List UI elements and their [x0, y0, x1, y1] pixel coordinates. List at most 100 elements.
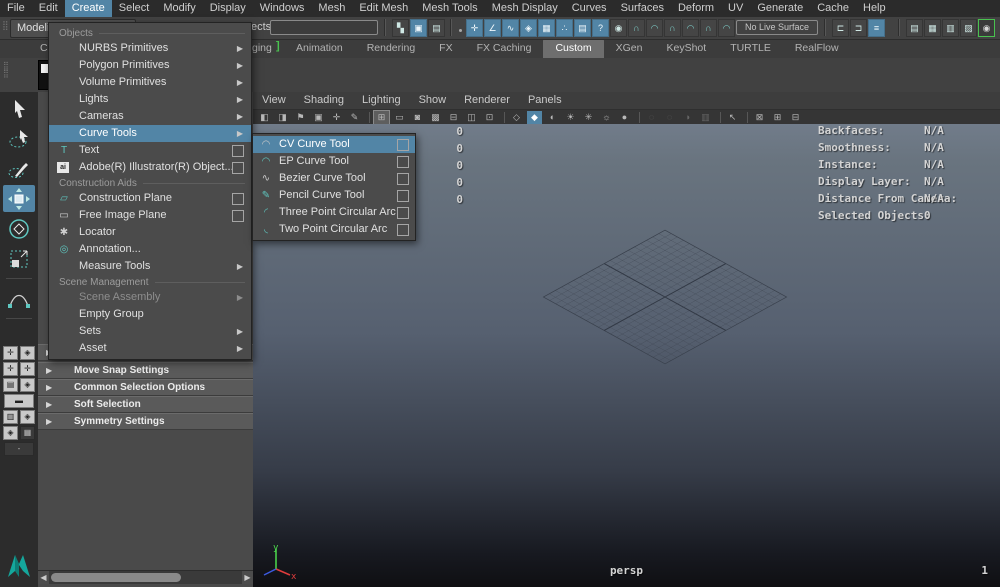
mask-deformers-icon[interactable]: ▦ [538, 19, 555, 37]
submenu-item-pencil-curve-tool[interactable]: ✎Pencil Curve Tool [253, 187, 415, 204]
menu-item-cameras[interactable]: Cameras▶ [49, 108, 251, 125]
menu-surfaces[interactable]: Surfaces [614, 0, 671, 17]
safe-title-icon[interactable]: ⊡ [482, 111, 497, 124]
layout-stack-button[interactable]: ▥ [3, 410, 18, 424]
wireframe-display-icon[interactable]: ◇ [509, 111, 524, 124]
submenu-item-cv-curve-tool[interactable]: ◠CV Curve Tool [253, 136, 415, 153]
mask-curves-icon[interactable]: ∿ [502, 19, 519, 37]
menu-item-nurbs-primitives[interactable]: NURBS Primitives▶ [49, 40, 251, 57]
render-current-frame-icon[interactable]: ▦ [924, 19, 941, 37]
option-box[interactable] [232, 162, 244, 174]
output-connections-icon[interactable]: ⊐ [850, 19, 867, 37]
render-settings-icon[interactable]: ▨ [960, 19, 977, 37]
layout-custom-button[interactable]: ▦ [20, 426, 35, 440]
menu-generate[interactable]: Generate [750, 0, 810, 17]
layout-minimize-button[interactable]: - [4, 442, 34, 456]
layout-persp-button[interactable]: ◈ [20, 346, 35, 360]
option-box[interactable] [397, 139, 409, 151]
menu-item-lights[interactable]: Lights▶ [49, 91, 251, 108]
shelf-tab-partial-left[interactable]: C [40, 42, 48, 54]
option-box[interactable] [232, 193, 244, 205]
option-box[interactable] [397, 207, 409, 219]
shelf-tab[interactable]: XGen [604, 39, 655, 58]
screen-space-ao-icon[interactable]: ☼ [599, 111, 614, 124]
menu-item-adobe-illustrator-object[interactable]: aiAdobe(R) Illustrator(R) Object... [49, 159, 251, 176]
menu-display[interactable]: Display [203, 0, 253, 17]
scroll-right-icon[interactable]: ▶ [242, 571, 253, 584]
section-symmetry-settings[interactable]: ▶ Symmetry Settings [38, 413, 253, 430]
safe-action-icon[interactable]: ◫ [464, 111, 479, 124]
render-view-icon[interactable]: ▤ [906, 19, 923, 37]
mask-joints-icon[interactable]: ∠ [484, 19, 501, 37]
shelf-tab[interactable]: FX [427, 39, 464, 58]
section-common-selection-options[interactable]: ▶ Common Selection Options [38, 379, 253, 396]
menu-deform[interactable]: Deform [671, 0, 721, 17]
input-connections-icon[interactable]: ⊏ [832, 19, 849, 37]
bookmark-icon[interactable]: ⚑ [293, 111, 308, 124]
mask-misc-icon[interactable]: ? [592, 19, 609, 37]
panel-menu-item[interactable]: Lighting [353, 92, 410, 109]
component-selection-mode-icon[interactable]: ▤ [428, 19, 445, 37]
menu-item-text[interactable]: TText [49, 142, 251, 159]
layout-split-button[interactable]: ▤ [3, 378, 18, 392]
menu-item-sets[interactable]: Sets▶ [49, 323, 251, 340]
menu-select[interactable]: Select [112, 0, 157, 17]
make-live-icon[interactable]: ◠ [718, 19, 735, 37]
toolbar-separator[interactable] [369, 112, 370, 123]
scrollbar-thumb[interactable] [51, 573, 181, 582]
shaded-display-icon[interactable]: ◆ [527, 111, 542, 124]
live-surface-field[interactable]: No Live Surface [736, 20, 818, 35]
menu-item-locator[interactable]: ✱Locator [49, 224, 251, 241]
select-tool[interactable] [3, 95, 35, 122]
shelf-tab[interactable]: KeyShot [654, 39, 718, 58]
panel-menu-item[interactable]: View [253, 92, 295, 109]
menu-item-curve-tools[interactable]: Curve Tools▶ [49, 125, 251, 142]
menu-item-polygon-primitives[interactable]: Polygon Primitives▶ [49, 57, 251, 74]
layout-persp-uv-button[interactable]: ◈ [20, 410, 35, 424]
textured-display-icon[interactable]: ◐ [545, 111, 560, 124]
layout-hypergraph-button[interactable]: ◈ [3, 426, 18, 440]
section-move-snap-settings[interactable]: ▶ Move Snap Settings [38, 362, 253, 379]
field-chart-icon[interactable]: ⊟ [446, 111, 461, 124]
legacy-viewport-icon[interactable]: ▥ [698, 111, 713, 124]
menu-curves[interactable]: Curves [565, 0, 614, 17]
option-box[interactable] [397, 173, 409, 185]
lock-selection-icon[interactable]: ◉ [610, 19, 627, 37]
shelf-tab[interactable]: TURTLE [718, 39, 783, 58]
gate-mask-icon[interactable]: ▩ [428, 111, 443, 124]
use-all-lights-icon[interactable]: ☀ [563, 111, 578, 124]
menu-uv[interactable]: UV [721, 0, 750, 17]
menu-create[interactable]: Create [65, 0, 112, 17]
quick-select-input[interactable] [270, 20, 378, 35]
menu-file[interactable]: File [0, 0, 32, 17]
menu-item-asset[interactable]: Asset▶ [49, 340, 251, 357]
lasso-select-tool[interactable] [3, 125, 35, 152]
option-box[interactable] [397, 190, 409, 202]
menu-help[interactable]: Help [856, 0, 893, 17]
menu-edit-mesh[interactable]: Edit Mesh [352, 0, 415, 17]
panel-menu-item[interactable]: Shading [295, 92, 353, 109]
2d-pan-zoom-icon[interactable]: ✛ [329, 111, 344, 124]
shadows-icon[interactable]: ✳ [581, 111, 596, 124]
mask-handles-icon[interactable]: ✛ [466, 19, 483, 37]
move-tool[interactable] [3, 185, 35, 212]
film-gate-icon[interactable]: ▭ [392, 111, 407, 124]
menu-item-free-image-plane[interactable]: ▭Free Image Plane [49, 207, 251, 224]
menu-mesh[interactable]: Mesh [311, 0, 352, 17]
section-soft-selection[interactable]: ▶ Soft Selection [38, 396, 253, 413]
exposure-icon[interactable]: ◌ [644, 111, 659, 124]
shelf-tab[interactable]: Rendering [355, 39, 427, 58]
layout-single-pane-button[interactable]: ✛ [3, 346, 18, 360]
camera-attributes-icon[interactable]: ◨ [275, 111, 290, 124]
mask-dynamics-icon[interactable]: ∴ [556, 19, 573, 37]
panel-menu-item[interactable]: Panels [519, 92, 571, 109]
menu-mesh-tools[interactable]: Mesh Tools [415, 0, 484, 17]
option-box[interactable] [397, 156, 409, 168]
rotate-tool[interactable] [3, 215, 35, 242]
mask-rendering-icon[interactable]: ▤ [574, 19, 591, 37]
view-transform-icon[interactable]: ◑ [680, 111, 695, 124]
menu-item-measure-tools[interactable]: Measure Tools▶ [49, 258, 251, 275]
menu-modify[interactable]: Modify [156, 0, 202, 17]
submenu-item-bezier-curve-tool[interactable]: ∿Bezier Curve Tool [253, 170, 415, 187]
snap-to-point-icon[interactable]: ∩ [664, 19, 681, 37]
